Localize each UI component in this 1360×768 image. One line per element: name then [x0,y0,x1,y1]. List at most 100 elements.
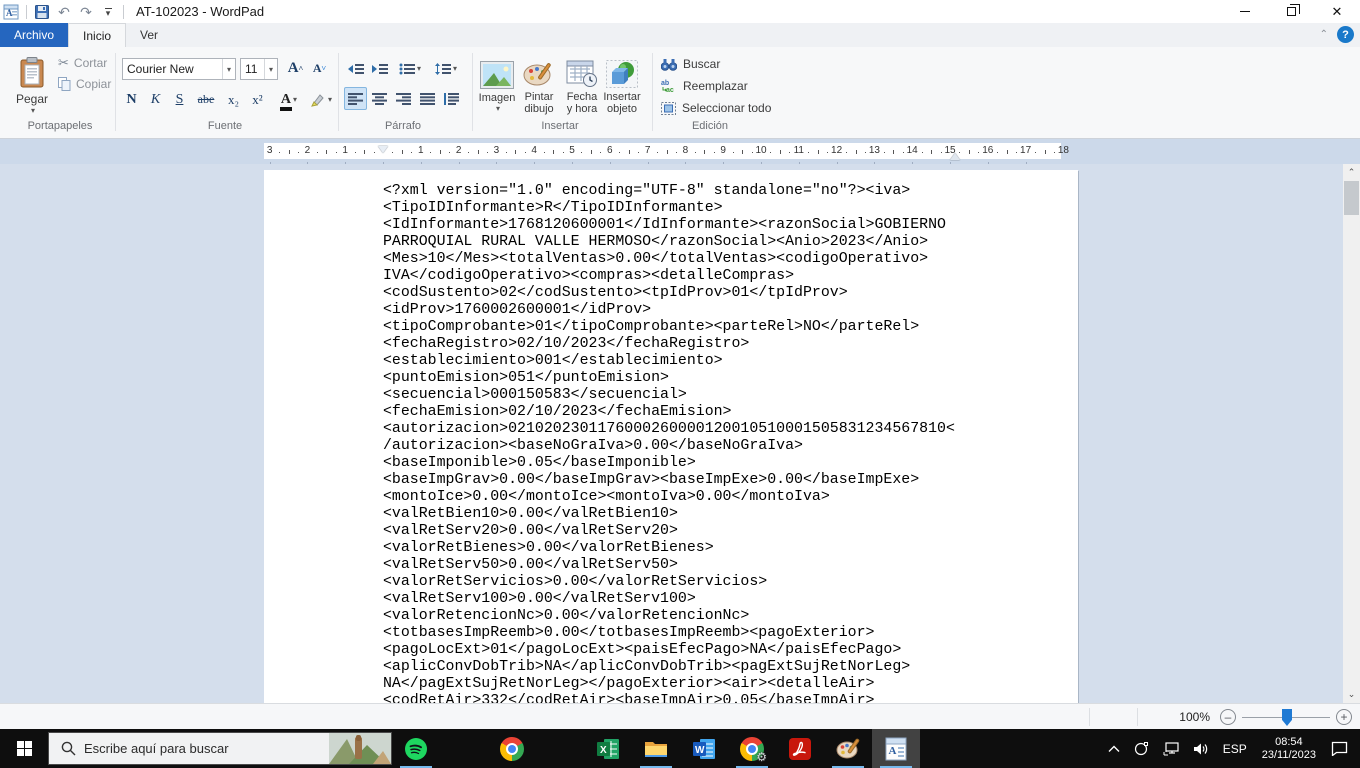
ruler-tick [817,150,819,154]
replace-button[interactable]: ab ac Reemplazar [660,77,749,95]
insert-image-button[interactable]: Imagen ▾ [476,53,518,121]
font-family-combo[interactable]: Courier New ▾ [122,58,236,80]
taskbar-app-wordpad[interactable]: A [872,729,920,768]
save-button[interactable] [32,2,52,22]
italic-button[interactable]: K [144,88,167,111]
minimize-icon [1240,11,1250,12]
paragraph-settings-button[interactable] [440,87,463,110]
ruler-tick [619,152,621,153]
insert-object-button[interactable]: Insertar objeto [601,53,643,121]
help-button[interactable]: ? [1337,26,1354,43]
taskbar-app-firefox[interactable] [536,729,584,768]
taskbar-app-spotify[interactable] [392,729,440,768]
increase-indent-button[interactable] [368,57,391,80]
zoom-in-icon: + [1340,710,1348,724]
ruler-tick [657,152,659,153]
align-left-icon [348,92,363,105]
ruler-tick [505,152,507,153]
volume-button[interactable] [1186,729,1216,768]
undo-button[interactable]: ↶ [54,2,74,22]
tab-ver[interactable]: Ver [126,23,172,47]
tab-inicio[interactable]: Inicio [68,23,127,47]
decrease-indent-button[interactable] [344,57,367,80]
underline-label: S [175,91,184,107]
scroll-up-button[interactable]: ⌃ [1343,164,1360,181]
taskbar-app-excel[interactable]: X [584,729,632,768]
cut-button[interactable]: ✂ Cortar [58,55,111,71]
copy-button[interactable]: Copiar [58,77,111,91]
line-spacing-dropdown-arrow: ▾ [452,64,457,73]
font-size-combo[interactable]: 11 ▾ [240,58,278,80]
search-promo-image[interactable] [329,733,391,764]
zoom-out-button[interactable]: – [1220,709,1236,725]
qat-customize-button[interactable]: ▾ [98,2,118,22]
highlight-button[interactable]: ▾ [306,88,336,111]
first-line-indent-marker[interactable] [378,146,388,153]
network-icon [1163,741,1179,755]
object-icon [606,59,638,88]
edit-group-label: Edición [691,120,729,132]
taskbar-search-box[interactable]: Escribe aquí para buscar [48,732,392,765]
calendar-clock-icon [566,60,597,87]
zoom-slider-thumb[interactable] [1282,709,1292,726]
clock[interactable]: 08:54 23/11/2023 [1254,736,1324,762]
restore-button[interactable] [1268,0,1314,23]
ruler-tick [675,152,677,153]
ruler-tick [411,152,413,153]
justify-button[interactable] [416,87,439,110]
zoom-in-button[interactable]: + [1336,709,1352,725]
shrink-font-button[interactable]: A ˅ [308,57,331,80]
language-indicator[interactable]: ESP [1216,729,1254,768]
paint-drawing-button[interactable]: Pintar dibujo [518,53,560,121]
align-center-button[interactable] [368,87,391,110]
wordpad-app-icon[interactable]: A [1,2,21,22]
taskbar-app-explorer[interactable] [632,729,680,768]
close-button[interactable]: ✕ [1314,0,1360,23]
taskbar-app-chrome[interactable] [488,729,536,768]
scrollbar-thumb[interactable] [1344,181,1359,215]
select-all-button[interactable]: Seleccionar todo [660,99,772,117]
align-right-button[interactable] [392,87,415,110]
redo-button[interactable]: ↷ [76,2,96,22]
line-spacing-button[interactable]: ▾ [430,57,462,80]
tray-expand-button[interactable] [1101,729,1127,768]
taskbar-app-acrobat[interactable] [776,729,824,768]
tab-archivo[interactable]: Archivo [0,23,69,47]
scroll-down-button[interactable]: ⌄ [1343,686,1360,703]
taskbar-app-word[interactable]: W [680,729,728,768]
underline-button[interactable]: S [168,88,191,111]
tray-circle-icon [1134,742,1148,756]
vertical-scrollbar[interactable]: ⌃ ⌄ [1343,164,1360,703]
strikethrough-button[interactable]: abe [192,88,220,111]
notification-icon [1331,741,1348,756]
superscript-button[interactable]: x² [246,88,269,111]
tray-circle-button[interactable] [1127,729,1156,768]
status-separator-2 [1137,708,1138,726]
find-button[interactable]: Buscar [660,55,721,73]
ruler-tick [789,152,791,153]
bold-button[interactable]: N [120,88,143,111]
ruler-tick [779,150,781,154]
grow-font-button[interactable]: A ˄ [284,57,307,80]
document-text[interactable]: <?xml version="1.0" encoding="UTF-8" sta… [264,170,1078,703]
font-color-button[interactable]: A ▾ [274,88,304,111]
network-button[interactable] [1156,729,1186,768]
list-button[interactable]: ▾ [394,57,426,80]
justify-icon [420,92,435,105]
paste-button[interactable]: Pegar ▾ [12,54,52,118]
align-left-button[interactable] [344,87,367,110]
action-center-button[interactable] [1324,729,1360,768]
taskbar-app-edge[interactable] [440,729,488,768]
minimize-button[interactable] [1222,0,1268,23]
taskbar-app-paint[interactable] [824,729,872,768]
start-button[interactable] [0,729,48,768]
date-time-button[interactable]: Fecha y hora [561,53,603,121]
paste-clipboard-icon [20,57,44,88]
taskbar-app-chrome-gear[interactable]: ⚙ [728,729,776,768]
subscript-button[interactable]: x₂ [222,88,245,111]
collapse-ribbon-button[interactable]: ⌃ [1320,29,1328,40]
ribbon-tab-row: Archivo Inicio Ver [0,23,1360,47]
ruler-tick [1006,150,1008,154]
close-icon: ✕ [1331,3,1343,19]
cut-label: Cortar [73,56,108,70]
